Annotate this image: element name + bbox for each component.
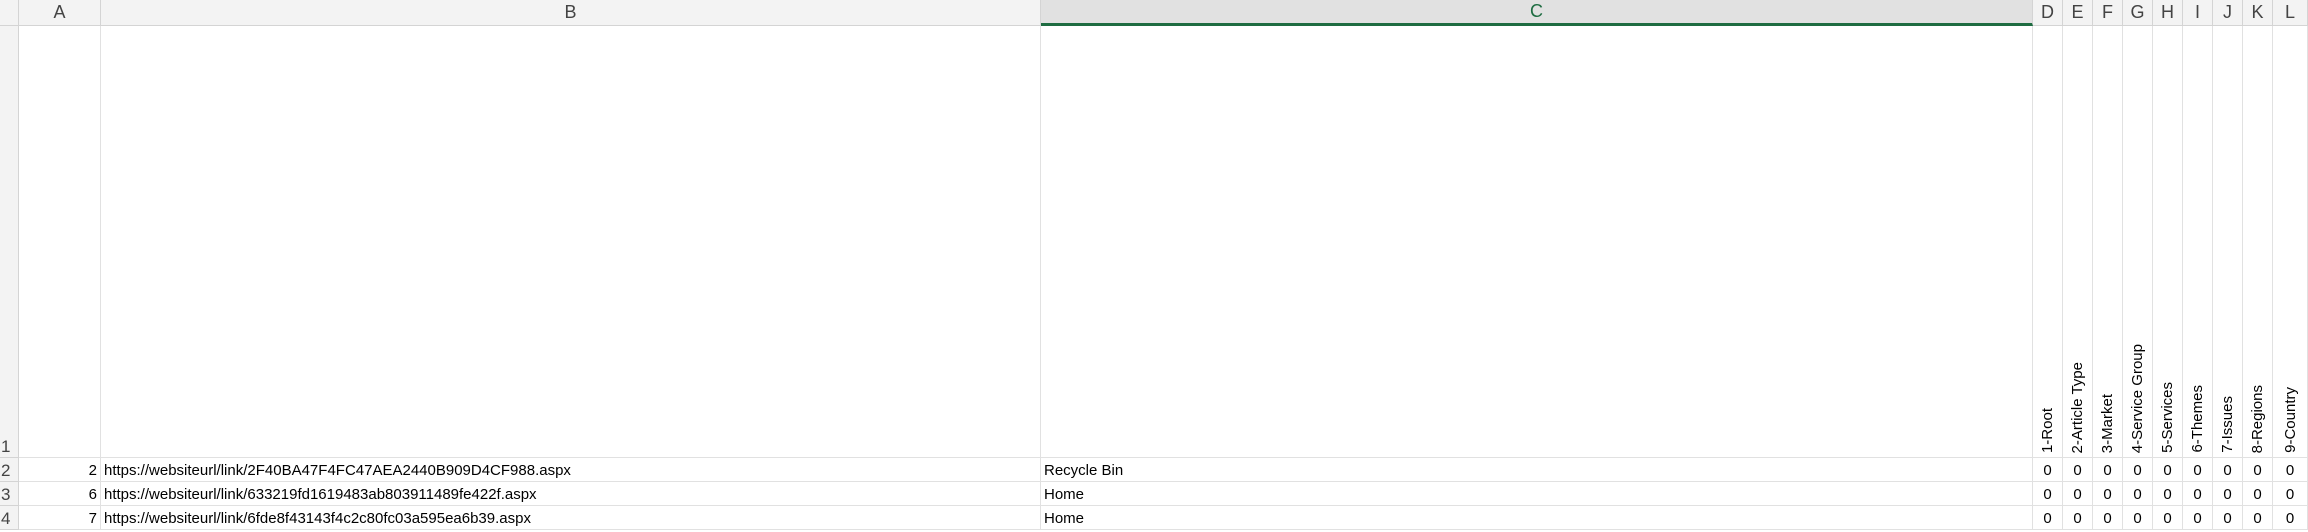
cell-k1[interactable]: 8-Regions: [2243, 26, 2273, 458]
cell-c4[interactable]: Home: [1041, 506, 2033, 530]
cell-a2[interactable]: 2: [19, 458, 101, 482]
column-header-j[interactable]: J: [2213, 0, 2243, 26]
row-header-2[interactable]: 2: [0, 458, 19, 482]
cell-l1[interactable]: 9-Country: [2273, 26, 2308, 458]
cell-e4[interactable]: 0: [2063, 506, 2093, 530]
column-header-a[interactable]: A: [19, 0, 101, 26]
cell-i2[interactable]: 0: [2183, 458, 2213, 482]
header-label-market: 3-Market: [2099, 393, 2116, 453]
cell-l2[interactable]: 0: [2273, 458, 2308, 482]
cell-f3[interactable]: 0: [2093, 482, 2123, 506]
cell-h4[interactable]: 0: [2153, 506, 2183, 530]
cell-b2[interactable]: https://websiteurl/link/2F40BA47F4FC47AE…: [101, 458, 1041, 482]
header-label-themes: 6-Themes: [2189, 385, 2206, 453]
header-label-service-group: 4-Service Group: [2129, 343, 2146, 453]
cell-f1[interactable]: 3-Market: [2093, 26, 2123, 458]
cell-d1[interactable]: 1-Root: [2033, 26, 2063, 458]
cell-d3[interactable]: 0: [2033, 482, 2063, 506]
cell-c3[interactable]: Home: [1041, 482, 2033, 506]
cell-c2[interactable]: Recycle Bin: [1041, 458, 2033, 482]
cell-a3[interactable]: 6: [19, 482, 101, 506]
header-label-country: 9-Country: [2281, 387, 2299, 453]
header-label-regions: 8-Regions: [2249, 384, 2266, 453]
cell-i4[interactable]: 0: [2183, 506, 2213, 530]
header-label-issues: 7-Issues: [2219, 396, 2236, 453]
column-header-l[interactable]: L: [2273, 0, 2308, 26]
cell-k2[interactable]: 0: [2243, 458, 2273, 482]
cell-h3[interactable]: 0: [2153, 482, 2183, 506]
cell-f2[interactable]: 0: [2093, 458, 2123, 482]
cell-j1[interactable]: 7-Issues: [2213, 26, 2243, 458]
cell-g2[interactable]: 0: [2123, 458, 2153, 482]
column-header-b[interactable]: B: [101, 0, 1041, 26]
column-header-g[interactable]: G: [2123, 0, 2153, 26]
row-header-3[interactable]: 3: [0, 482, 19, 506]
header-label-services: 5-Services: [2159, 382, 2176, 453]
cell-l3[interactable]: 0: [2273, 482, 2308, 506]
cell-e1[interactable]: 2-Article Type: [2063, 26, 2093, 458]
row-header-1[interactable]: 1: [0, 26, 19, 458]
cell-a1[interactable]: [19, 26, 101, 458]
column-header-f[interactable]: F: [2093, 0, 2123, 26]
column-header-i[interactable]: I: [2183, 0, 2213, 26]
column-header-c[interactable]: C: [1041, 0, 2033, 26]
spreadsheet-grid[interactable]: A B C D E F G H I J K L 1 2 3 4 1-Root 2…: [0, 0, 2308, 532]
cell-b1[interactable]: [101, 26, 1041, 458]
column-header-k[interactable]: K: [2243, 0, 2273, 26]
cell-a4[interactable]: 7: [19, 506, 101, 530]
cell-f4[interactable]: 0: [2093, 506, 2123, 530]
cell-b4[interactable]: https://websiteurl/link/6fde8f43143f4c2c…: [101, 506, 1041, 530]
cell-g3[interactable]: 0: [2123, 482, 2153, 506]
cell-k3[interactable]: 0: [2243, 482, 2273, 506]
cell-h1[interactable]: 5-Services: [2153, 26, 2183, 458]
cell-k4[interactable]: 0: [2243, 506, 2273, 530]
cell-e3[interactable]: 0: [2063, 482, 2093, 506]
column-header-e[interactable]: E: [2063, 0, 2093, 26]
cell-h2[interactable]: 0: [2153, 458, 2183, 482]
cell-j4[interactable]: 0: [2213, 506, 2243, 530]
cell-g1[interactable]: 4-Service Group: [2123, 26, 2153, 458]
cell-b3[interactable]: https://websiteurl/link/633219fd1619483a…: [101, 482, 1041, 506]
cell-i3[interactable]: 0: [2183, 482, 2213, 506]
header-label-root: 1-Root: [2039, 407, 2056, 453]
row-header-4[interactable]: 4: [0, 506, 19, 530]
cell-c1[interactable]: [1041, 26, 2033, 458]
cell-d4[interactable]: 0: [2033, 506, 2063, 530]
cell-d2[interactable]: 0: [2033, 458, 2063, 482]
column-header-d[interactable]: D: [2033, 0, 2063, 26]
cell-g4[interactable]: 0: [2123, 506, 2153, 530]
column-header-h[interactable]: H: [2153, 0, 2183, 26]
cell-l4[interactable]: 0: [2273, 506, 2308, 530]
header-label-article-type: 2-Article Type: [2069, 361, 2086, 453]
cell-j3[interactable]: 0: [2213, 482, 2243, 506]
select-all-corner[interactable]: [0, 0, 19, 26]
cell-j2[interactable]: 0: [2213, 458, 2243, 482]
cell-e2[interactable]: 0: [2063, 458, 2093, 482]
cell-i1[interactable]: 6-Themes: [2183, 26, 2213, 458]
